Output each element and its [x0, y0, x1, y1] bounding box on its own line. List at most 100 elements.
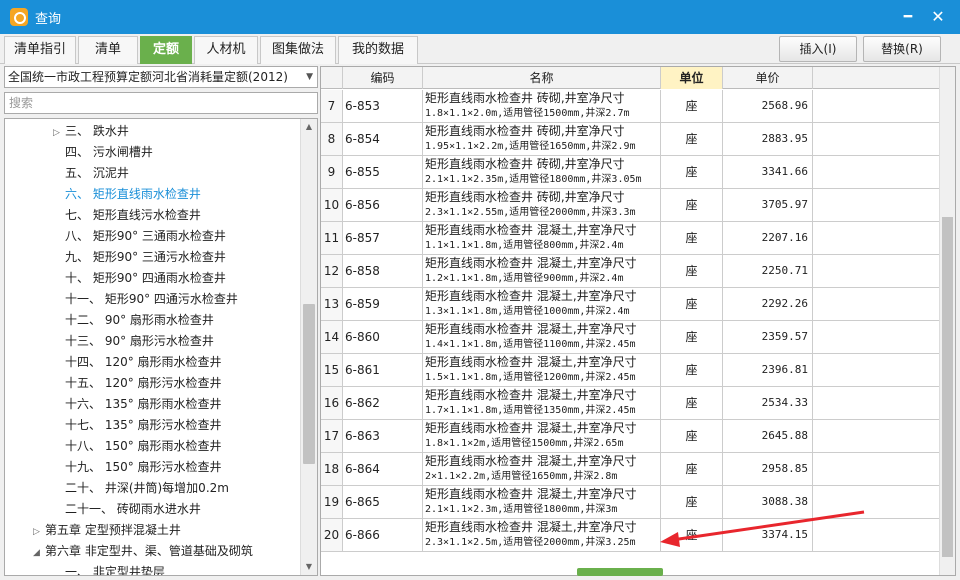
expand-triangle-icon[interactable]: ◢: [33, 543, 45, 564]
tree-item[interactable]: 十八、 150° 扇形雨水检查井: [53, 436, 222, 457]
tree-item-label: 九、 矩形90° 三通污水检查井: [65, 250, 226, 264]
row-name: 矩形直线雨水检查井 砖砌,井室净尺寸 1.95×1.1×2.2m,适用管径1650…: [423, 123, 661, 155]
row-price: 2359.57: [723, 321, 813, 353]
chevron-down-icon[interactable]: ▼: [306, 67, 313, 87]
scroll-up-icon[interactable]: ▲: [301, 119, 317, 135]
grid-scroll-thumb[interactable]: [942, 217, 953, 557]
row-name-line1: 矩形直线雨水检查井 砖砌,井室净尺寸: [425, 157, 625, 171]
table-row[interactable]: 19 6-865 矩形直线雨水检查井 混凝土,井室净尺寸 2.1×1.1×2.3m,适…: [321, 486, 941, 519]
row-code: 6-853: [343, 90, 423, 122]
row-index: 9: [321, 156, 343, 188]
row-unit: 座: [661, 420, 723, 452]
close-button[interactable]: ✕: [928, 7, 948, 27]
tab-atlas-method[interactable]: 图集做法: [260, 36, 336, 64]
tab-bill[interactable]: 清单: [78, 36, 138, 64]
row-name-line2: 1.8×1.1×2m,适用管径1500mm,井深2.65m: [425, 438, 624, 449]
title-bar: 查询 ━ ✕: [0, 0, 960, 34]
tree-item[interactable]: 十、 矩形90° 四通雨水检查井: [53, 268, 226, 289]
tree-item[interactable]: 九、 矩形90° 三通污水检查井: [53, 247, 226, 268]
table-row[interactable]: 15 6-861 矩形直线雨水检查井 混凝土,井室净尺寸 1.5×1.1×1.8m,适…: [321, 354, 941, 387]
quota-grid: 编码 名称 单位 单价 7 6-853 矩形直线雨水检查井 砖砌,井室净尺寸 1.8×…: [320, 66, 956, 576]
row-name: 矩形直线雨水检查井 混凝土,井室净尺寸 1.3×1.1×1.8m,适用管径1000…: [423, 288, 661, 320]
table-row[interactable]: 12 6-858 矩形直线雨水检查井 混凝土,井室净尺寸 1.2×1.1×1.8m,适…: [321, 255, 941, 288]
row-name-line1: 矩形直线雨水检查井 混凝土,井室净尺寸: [425, 520, 637, 534]
tree-item[interactable]: 二十、 井深(井筒)每增加0.2m: [53, 478, 229, 499]
header-index: [321, 67, 343, 89]
row-code: 6-858: [343, 255, 423, 287]
tree-item[interactable]: 十九、 150° 扇形污水检查井: [53, 457, 222, 478]
table-row[interactable]: 9 6-855 矩形直线雨水检查井 砖砌,井室净尺寸 2.1×1.1×2.35m,适用…: [321, 156, 941, 189]
scroll-down-icon[interactable]: ▼: [301, 559, 317, 575]
row-name-line1: 矩形直线雨水检查井 混凝土,井室净尺寸: [425, 256, 637, 270]
tree-item[interactable]: 五、 沉泥井: [53, 163, 129, 184]
tree-item-label: 十三、 90° 扇形污水检查井: [65, 334, 214, 348]
tab-labor-material[interactable]: 人材机: [194, 36, 258, 64]
row-price: 3374.15: [723, 519, 813, 551]
row-name: 矩形直线雨水检查井 砖砌,井室净尺寸 2.1×1.1×2.35m,适用管径1800…: [423, 156, 661, 188]
tree-item-label: 十七、 135° 扇形污水检查井: [65, 418, 222, 432]
tree-item[interactable]: 十四、 120° 扇形雨水检查井: [53, 352, 222, 373]
tab-bill-guide[interactable]: 清单指引: [4, 36, 76, 64]
search-input[interactable]: 搜索: [4, 92, 318, 114]
row-index: 7: [321, 90, 343, 122]
expand-triangle-icon[interactable]: ▷: [33, 522, 45, 543]
tree-item[interactable]: ▷ 三、 跌水井: [53, 121, 129, 142]
row-price: 2292.26: [723, 288, 813, 320]
row-unit: 座: [661, 189, 723, 221]
tree-item-label: 十六、 135° 扇形雨水检查井: [65, 397, 222, 411]
row-unit: 座: [661, 453, 723, 485]
tree-item-label: 四、 污水闸槽井: [65, 145, 153, 159]
table-row[interactable]: 16 6-862 矩形直线雨水检查井 混凝土,井室净尺寸 1.7×1.1×1.8m,适…: [321, 387, 941, 420]
grid-scrollbar[interactable]: [939, 67, 955, 575]
table-row[interactable]: 10 6-856 矩形直线雨水检查井 砖砌,井室净尺寸 2.3×1.1×2.55m,适…: [321, 189, 941, 222]
header-unit[interactable]: 单位: [661, 67, 723, 89]
tree-item[interactable]: 二十一、 砖砌雨水进水井: [53, 499, 201, 520]
row-name-line1: 矩形直线雨水检查井 混凝土,井室净尺寸: [425, 322, 637, 336]
minimize-button[interactable]: ━: [898, 7, 918, 27]
tree-item[interactable]: 十五、 120° 扇形污水检查井: [53, 373, 222, 394]
table-row[interactable]: 13 6-859 矩形直线雨水检查井 混凝土,井室净尺寸 1.3×1.1×1.8m,适…: [321, 288, 941, 321]
row-unit: 座: [661, 288, 723, 320]
resize-handle[interactable]: [577, 568, 663, 576]
row-name-line1: 矩形直线雨水检查井 混凝土,井室净尺寸: [425, 355, 637, 369]
row-index: 19: [321, 486, 343, 518]
tree-item[interactable]: 十一、 矩形90° 四通污水检查井: [53, 289, 238, 310]
tree-item-label: 八、 矩形90° 三通雨水检查井: [65, 229, 226, 243]
replace-button[interactable]: 替换(R): [863, 36, 941, 62]
tree-item[interactable]: 八、 矩形90° 三通雨水检查井: [53, 226, 226, 247]
row-unit: 座: [661, 156, 723, 188]
tab-quota[interactable]: 定额: [140, 36, 192, 64]
tree-item[interactable]: ▷ 第五章 定型预拌混凝土井: [33, 520, 181, 541]
table-row[interactable]: 8 6-854 矩形直线雨水检查井 砖砌,井室净尺寸 1.95×1.1×2.2m,适用…: [321, 123, 941, 156]
table-row[interactable]: 20 6-866 矩形直线雨水检查井 混凝土,井室净尺寸 2.3×1.1×2.5m,适…: [321, 519, 941, 552]
tree-scroll-thumb[interactable]: [303, 304, 315, 464]
row-unit: 座: [661, 123, 723, 155]
header-name[interactable]: 名称: [423, 67, 661, 89]
table-row[interactable]: 11 6-857 矩形直线雨水检查井 混凝土,井室净尺寸 1.1×1.1×1.8m,适…: [321, 222, 941, 255]
row-code: 6-865: [343, 486, 423, 518]
library-select[interactable]: 全国统一市政工程预算定额河北省消耗量定额(2012) ▼: [4, 66, 318, 88]
tree-item[interactable]: 六、 矩形直线雨水检查井: [53, 184, 201, 205]
table-row[interactable]: 7 6-853 矩形直线雨水检查井 砖砌,井室净尺寸 1.8×1.1×2.0m,适用管…: [321, 90, 941, 123]
table-row[interactable]: 17 6-863 矩形直线雨水检查井 混凝土,井室净尺寸 1.8×1.1×2m,适用管…: [321, 420, 941, 453]
insert-button[interactable]: 插入(I): [779, 36, 857, 62]
tree-item[interactable]: 十七、 135° 扇形污水检查井: [53, 415, 222, 436]
row-name-line2: 2.1×1.1×2.35m,适用管径1800mm,井深3.05m: [425, 174, 642, 185]
tree-item[interactable]: 一、 非定型井垫层: [53, 562, 165, 575]
tree-item[interactable]: 十六、 135° 扇形雨水检查井: [53, 394, 222, 415]
tree-item[interactable]: 十二、 90° 扇形雨水检查井: [53, 310, 214, 331]
header-code[interactable]: 编码: [343, 67, 423, 89]
tree-item[interactable]: 四、 污水闸槽井: [53, 142, 153, 163]
expand-triangle-icon[interactable]: ▷: [53, 123, 65, 144]
table-row[interactable]: 18 6-864 矩形直线雨水检查井 混凝土,井室净尺寸 2×1.1×2.2m,适用管…: [321, 453, 941, 486]
tree-item[interactable]: ◢ 第六章 非定型井、渠、管道基础及砌筑: [33, 541, 253, 562]
tab-my-data[interactable]: 我的数据: [338, 36, 418, 64]
row-index: 16: [321, 387, 343, 419]
table-row[interactable]: 14 6-860 矩形直线雨水检查井 混凝土,井室净尺寸 1.4×1.1×1.8m,适…: [321, 321, 941, 354]
header-price[interactable]: 单价: [723, 67, 813, 89]
tree-item-label: 第五章 定型预拌混凝土井: [45, 523, 181, 537]
tree-scrollbar[interactable]: ▲ ▼: [300, 119, 317, 575]
row-name: 矩形直线雨水检查井 混凝土,井室净尺寸 2.1×1.1×2.3m,适用管径1800…: [423, 486, 661, 518]
tree-item[interactable]: 七、 矩形直线污水检查井: [53, 205, 201, 226]
tree-item[interactable]: 十三、 90° 扇形污水检查井: [53, 331, 214, 352]
